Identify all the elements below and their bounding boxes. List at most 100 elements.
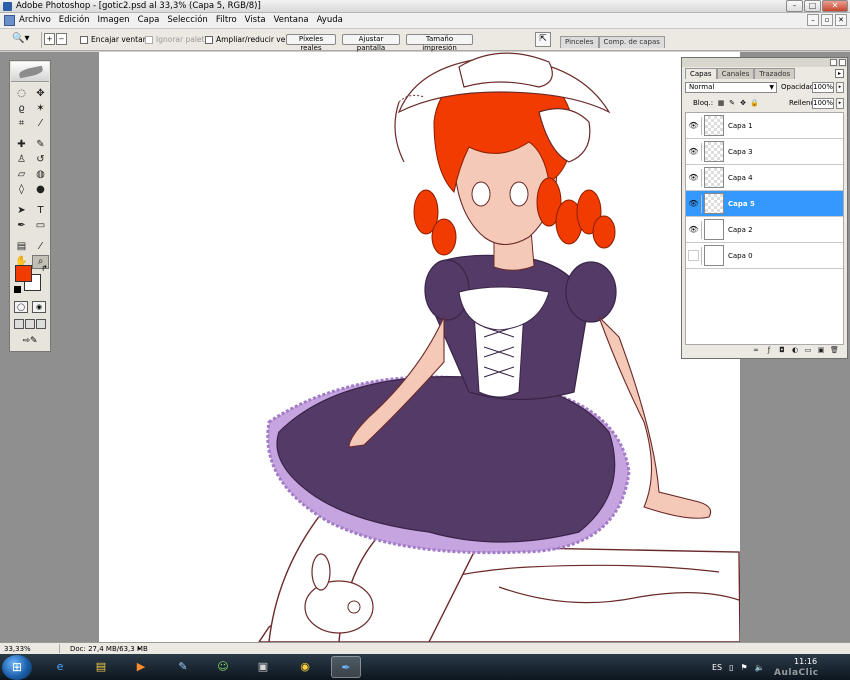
layer-row-selected[interactable]: 👁 Capa 5 [686,191,843,217]
menu-filtro[interactable]: Filtro [216,15,237,25]
type-tool-icon[interactable]: T [32,204,49,218]
palette-close-icon[interactable] [839,59,846,66]
zoom-level-field[interactable]: 33,33% [4,644,34,654]
fill-slider-button[interactable]: ▸ [836,98,844,109]
full-screen-menu-icon[interactable] [25,319,35,329]
fit-screen-button[interactable]: Ajustar pantalla [342,34,400,52]
blur-tool-icon[interactable]: ◊ [13,183,30,197]
eye-icon[interactable]: 👁 [688,198,699,209]
tab-capas[interactable]: Capas [685,68,717,79]
layer-row[interactable]: 👁 Capa 4 [686,165,843,191]
opacity-slider-button[interactable]: ▸ [836,82,844,93]
toolbox-header[interactable] [11,62,49,82]
menu-edicion[interactable]: Edición [59,15,90,25]
capture-app-icon[interactable]: ▣ [248,656,278,678]
menu-archivo[interactable]: Archivo [19,15,51,25]
document-icon[interactable] [4,15,15,26]
new-layer-icon[interactable]: ▣ [817,346,825,355]
tab-comp-capas[interactable]: Comp. de capas [598,36,665,48]
history-brush-tool-icon[interactable]: ↺ [32,153,49,167]
lock-transparency-icon[interactable]: ▦ [717,99,725,107]
clone-stamp-tool-icon[interactable]: ♙ [13,153,30,167]
adjustment-layer-icon[interactable]: ◐ [791,346,799,355]
menu-seleccion[interactable]: Selección [167,15,208,25]
actual-pixels-button[interactable]: Píxeles reales [286,34,336,52]
default-colors-icon[interactable] [14,286,21,293]
checkbox-box[interactable] [205,35,213,44]
slice-tool-icon[interactable]: ⁄ [32,117,49,131]
shape-tool-icon[interactable]: ▭ [32,219,49,233]
new-group-icon[interactable]: ▭ [804,346,812,355]
doc-close-button[interactable]: ✕ [835,14,847,26]
opacity-input[interactable]: 100% [812,82,834,93]
standard-mode-icon[interactable]: ◯ [14,301,28,313]
start-button[interactable]: ⊞ [2,655,32,680]
pen-tool-icon[interactable]: ✒ [13,219,30,233]
file-explorer-icon[interactable]: ▤ [86,656,116,678]
maximize-button[interactable]: □ [804,0,821,12]
dodge-tool-icon[interactable]: ● [32,183,49,197]
zoom-out-icon[interactable]: − [56,33,67,45]
layer-row[interactable]: 👁 Capa 1 [686,113,843,139]
crop-tool-icon[interactable]: ⌗ [13,117,30,131]
notes-tool-icon[interactable]: ▤ [13,240,30,254]
brush-tool-icon[interactable]: ✎ [32,138,49,152]
palette-minimize-icon[interactable] [830,59,837,66]
path-selection-tool-icon[interactable]: ➤ [13,204,30,218]
standard-screen-icon[interactable] [14,319,24,329]
paint-bucket-tool-icon[interactable]: ◍ [32,168,49,182]
delete-layer-icon[interactable]: 🗑 [830,346,839,355]
lock-image-icon[interactable]: ✎ [728,99,736,107]
status-menu-arrow-icon[interactable]: ▸ [138,644,141,654]
layer-row[interactable]: Capa 0 [686,243,843,269]
zoom-tool-preset-icon[interactable]: 🔍▾ [12,33,38,47]
link-layers-icon[interactable]: ∞ [752,346,760,355]
fill-input[interactable]: 100% [812,98,834,109]
eye-hidden-icon[interactable] [688,250,699,261]
media-player-icon[interactable]: ▶ [126,656,156,678]
layer-row[interactable]: 👁 Capa 3 [686,139,843,165]
palette-well-icon[interactable]: ⇱ [535,32,551,47]
full-screen-icon[interactable] [36,319,46,329]
menu-imagen[interactable]: Imagen [98,15,130,25]
healing-brush-tool-icon[interactable]: ✚ [13,138,30,152]
jump-to-imageready-icon[interactable]: ⇨✎ [14,336,46,348]
eye-icon[interactable]: 👁 [688,146,699,157]
tab-trazados[interactable]: Trazados [754,68,796,79]
menu-ayuda[interactable]: Ayuda [317,15,343,25]
menu-vista[interactable]: Vista [245,15,266,25]
document-canvas[interactable] [99,52,740,642]
print-size-button[interactable]: Tamaño impresión [406,34,473,52]
blend-mode-select[interactable]: Normal ▼ [685,82,777,93]
layer-style-icon[interactable]: ƒ [765,346,773,355]
close-button[interactable]: ✕ [822,0,848,12]
eye-icon[interactable]: 👁 [688,120,699,131]
doc-restore-button[interactable]: ▫ [821,14,833,26]
move-tool-icon[interactable]: ✥ [32,87,49,101]
menu-capa[interactable]: Capa [138,15,160,25]
internet-explorer-icon[interactable]: e [45,656,75,678]
palette-header[interactable] [682,58,847,67]
marquee-tool-icon[interactable]: ◌ [13,87,30,101]
doc-minimize-button[interactable]: – [807,14,819,26]
flag-icon[interactable]: ⚑ [741,663,748,672]
layer-mask-icon[interactable]: ◘ [778,346,786,355]
foreground-color-swatch[interactable] [15,265,32,282]
checkbox-box[interactable] [80,35,88,44]
quick-mask-mode-icon[interactable]: ◉ [32,301,46,313]
eyedropper-tool-icon[interactable]: ⁄ [32,240,49,254]
zoom-in-icon[interactable]: + [44,33,55,45]
lasso-tool-icon[interactable]: ϱ [13,102,30,116]
photoshop-taskbar-icon[interactable]: ✒ [331,656,361,678]
fit-window-checkbox[interactable]: Encajar ventana [80,35,152,44]
eye-icon[interactable]: 👁 [688,224,699,235]
minimize-button[interactable]: – [786,0,803,12]
paint-app-icon[interactable]: ✎ [168,656,198,678]
tab-pinceles[interactable]: Pinceles [560,36,599,48]
volume-icon[interactable]: 🔈 [755,663,765,672]
menu-ventana[interactable]: Ventana [274,15,309,25]
chrome-icon[interactable]: ◉ [290,656,320,678]
eye-icon[interactable]: 👁 [688,172,699,183]
clock[interactable]: 11:16 [794,657,817,667]
lock-all-icon[interactable]: 🔒 [750,99,759,107]
